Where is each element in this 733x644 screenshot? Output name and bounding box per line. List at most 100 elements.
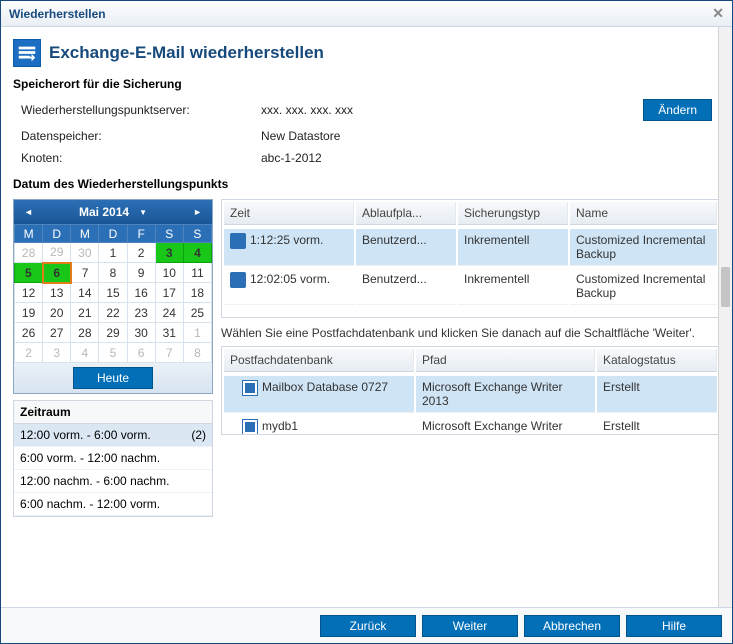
today-button[interactable]: Heute bbox=[73, 367, 153, 389]
col-path[interactable]: Pfad bbox=[416, 349, 595, 372]
calendar-day[interactable]: 10 bbox=[155, 263, 183, 283]
cell-name: Customized Incremental Backup bbox=[570, 229, 717, 266]
calendar-dow: S bbox=[183, 225, 211, 243]
hint-text: Wählen Sie eine Postfachdatenbank und kl… bbox=[221, 326, 720, 340]
cell-time: 12:02:05 vorm. bbox=[250, 272, 330, 286]
calendar-day[interactable]: 7 bbox=[71, 263, 99, 283]
time-period-row[interactable]: 12:00 vorm. - 6:00 vorm.(2) bbox=[14, 424, 212, 447]
value-datastore: New Datastore bbox=[261, 129, 643, 143]
mailbox-db-row[interactable]: mydb1Microsoft Exchange Writer 2013Erste… bbox=[224, 415, 717, 434]
recovery-point-row[interactable]: 1:12:25 vorm. Benutzerd...InkrementellCus… bbox=[224, 229, 717, 266]
calendar-day[interactable]: 29 bbox=[99, 323, 127, 343]
calendar-day[interactable]: 28 bbox=[15, 243, 43, 263]
calendar-prev-icon[interactable]: ◄ bbox=[18, 205, 39, 219]
calendar-day[interactable]: 12 bbox=[15, 283, 43, 303]
calendar-dow: F bbox=[127, 225, 155, 243]
label-datastore: Datenspeicher: bbox=[21, 129, 261, 143]
calendar-day[interactable]: 29 bbox=[43, 243, 71, 263]
calendar-day[interactable]: 15 bbox=[99, 283, 127, 303]
calendar-day[interactable]: 1 bbox=[99, 243, 127, 263]
calendar-day[interactable]: 23 bbox=[127, 303, 155, 323]
time-period-count: (2) bbox=[191, 428, 206, 442]
chevron-down-icon[interactable]: ▼ bbox=[139, 208, 147, 217]
calendar-day[interactable]: 19 bbox=[15, 303, 43, 323]
calendar-day[interactable]: 26 bbox=[15, 323, 43, 343]
time-period-label: 6:00 nachm. - 12:00 vorm. bbox=[20, 497, 160, 511]
calendar-day[interactable]: 14 bbox=[71, 283, 99, 303]
cell-db: mydb1 bbox=[262, 419, 298, 433]
time-period-title: Zeitraum bbox=[14, 401, 212, 424]
label-node: Knoten: bbox=[21, 151, 261, 165]
time-period-row[interactable]: 6:00 vorm. - 12:00 nachm. bbox=[14, 447, 212, 470]
time-period-row[interactable]: 12:00 nachm. - 6:00 nachm. bbox=[14, 470, 212, 493]
calendar-day[interactable]: 6 bbox=[43, 263, 71, 283]
time-period-row[interactable]: 6:00 nachm. - 12:00 vorm. bbox=[14, 493, 212, 516]
col-catalog-status[interactable]: Katalogstatus bbox=[597, 349, 717, 372]
close-icon[interactable]: ✕ bbox=[712, 5, 724, 22]
cell-path: Microsoft Exchange Writer 2013 bbox=[416, 376, 595, 413]
calendar-day[interactable]: 3 bbox=[155, 243, 183, 263]
calendar-day[interactable]: 6 bbox=[127, 343, 155, 363]
calendar-day[interactable]: 22 bbox=[99, 303, 127, 323]
calendar-day[interactable]: 25 bbox=[183, 303, 211, 323]
cell-db: Mailbox Database 0727 bbox=[262, 380, 388, 394]
calendar-day[interactable]: 5 bbox=[15, 263, 43, 283]
next-button[interactable]: Weiter bbox=[422, 615, 518, 637]
cell-plan: Benutzerd... bbox=[356, 268, 456, 305]
col-type[interactable]: Sicherungstyp bbox=[458, 202, 568, 225]
calendar-day[interactable]: 4 bbox=[183, 243, 211, 263]
calendar-dow: S bbox=[155, 225, 183, 243]
col-mailbox-db[interactable]: Postfachdatenbank bbox=[224, 349, 414, 372]
scrollbar-thumb[interactable] bbox=[721, 267, 730, 307]
calendar-dow: M bbox=[71, 225, 99, 243]
calendar-day[interactable]: 16 bbox=[127, 283, 155, 303]
col-time[interactable]: Zeit bbox=[224, 202, 354, 225]
calendar-dow: D bbox=[43, 225, 71, 243]
calendar-month[interactable]: Mai 2014 bbox=[79, 205, 129, 219]
back-button[interactable]: Zurück bbox=[320, 615, 416, 637]
cell-type: Inkrementell bbox=[458, 229, 568, 266]
col-name[interactable]: Name bbox=[570, 202, 717, 225]
change-button[interactable]: Ändern bbox=[643, 99, 712, 121]
calendar-day[interactable]: 5 bbox=[99, 343, 127, 363]
cell-time: 1:12:25 vorm. bbox=[250, 233, 323, 247]
section-recovery-date: Datum des Wiederherstellungspunkts bbox=[13, 177, 720, 191]
calendar-day[interactable]: 28 bbox=[71, 323, 99, 343]
calendar-day[interactable]: 8 bbox=[183, 343, 211, 363]
calendar-day[interactable]: 3 bbox=[43, 343, 71, 363]
database-icon bbox=[242, 419, 258, 434]
recovery-point-icon bbox=[230, 233, 246, 249]
recovery-point-row[interactable]: 12:02:05 vorm.Benutzerd...InkrementellCu… bbox=[224, 268, 717, 305]
mailbox-db-row[interactable]: Mailbox Database 0727 Microsoft Exchange … bbox=[224, 376, 717, 413]
database-icon bbox=[242, 380, 258, 396]
calendar-day[interactable]: 9 bbox=[127, 263, 155, 283]
calendar-day[interactable]: 30 bbox=[127, 323, 155, 343]
calendar-day[interactable]: 8 bbox=[99, 263, 127, 283]
calendar-day[interactable]: 31 bbox=[155, 323, 183, 343]
calendar-day[interactable]: 20 bbox=[43, 303, 71, 323]
calendar-day[interactable]: 30 bbox=[71, 243, 99, 263]
calendar-day[interactable]: 18 bbox=[183, 283, 211, 303]
calendar-day[interactable]: 24 bbox=[155, 303, 183, 323]
time-period-panel: Zeitraum 12:00 vorm. - 6:00 vorm.(2)6:00… bbox=[13, 400, 213, 517]
cell-type: Inkrementell bbox=[458, 268, 568, 305]
help-button[interactable]: Hilfe bbox=[626, 615, 722, 637]
calendar-day[interactable]: 7 bbox=[155, 343, 183, 363]
col-plan[interactable]: Ablaufpla... bbox=[356, 202, 456, 225]
calendar-dow: M bbox=[15, 225, 43, 243]
scrollbar[interactable] bbox=[718, 27, 732, 607]
calendar-next-icon[interactable]: ► bbox=[187, 205, 208, 219]
cell-path: Microsoft Exchange Writer 2013 bbox=[416, 415, 595, 434]
calendar-day[interactable]: 13 bbox=[43, 283, 71, 303]
calendar-day[interactable]: 17 bbox=[155, 283, 183, 303]
calendar-day[interactable]: 2 bbox=[15, 343, 43, 363]
calendar-dow: D bbox=[99, 225, 127, 243]
cell-plan: Benutzerd... bbox=[356, 229, 456, 266]
calendar-day[interactable]: 11 bbox=[183, 263, 211, 283]
calendar-day[interactable]: 4 bbox=[71, 343, 99, 363]
calendar-day[interactable]: 2 bbox=[127, 243, 155, 263]
calendar-day[interactable]: 1 bbox=[183, 323, 211, 343]
calendar-day[interactable]: 21 bbox=[71, 303, 99, 323]
cancel-button[interactable]: Abbrechen bbox=[524, 615, 620, 637]
calendar-day[interactable]: 27 bbox=[43, 323, 71, 343]
